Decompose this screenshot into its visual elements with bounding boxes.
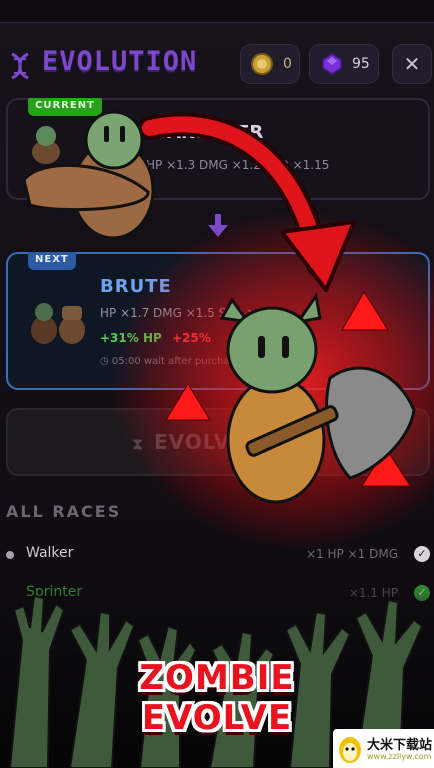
arrow-down-icon (208, 214, 228, 237)
wait-timer-text: ◷ 05:00 wait after purchase (100, 356, 241, 367)
next-race-card: NEXT BRUTE HP ×1.7 DMG ×1.5 SPD ×1.10 +3… (6, 252, 430, 390)
next-zombie-avatar (31, 303, 85, 344)
current-zombie-avatar (32, 126, 60, 164)
promo-line-1: ZOMBIE (139, 658, 295, 698)
race-dot (6, 551, 14, 559)
watermark-logo-icon (339, 737, 361, 763)
all-races-heading: ALL RACES (6, 502, 122, 521)
header: EVOLUTION 0 95 ✕ (0, 22, 434, 106)
current-race-name: WANDERER (148, 122, 264, 143)
bonus-dmg: +25% (171, 331, 211, 345)
bonus-hp: +31% HP (100, 331, 162, 345)
race-name: Sprinter (26, 584, 83, 600)
check-icon: ✓ (414, 585, 430, 601)
gem-counter: 95 (309, 44, 379, 84)
site-watermark: 大米下载站 www.zzllyw.com (333, 729, 434, 768)
gem-count: 95 (352, 56, 370, 72)
coin-count: 0 (283, 56, 292, 72)
evolve-button[interactable]: ⧗ EVOLVE (6, 408, 430, 476)
gem-icon (322, 53, 342, 75)
next-race-stats: HP ×1.7 DMG ×1.5 SPD ×1.10 (100, 306, 284, 320)
close-button[interactable]: ✕ (392, 44, 432, 84)
check-icon: ✓ (414, 546, 430, 562)
current-race-card: CURRENT WANDERER HP ×1.3 DMG ×1.2 SPD ×1… (6, 98, 430, 200)
page-title: EVOLUTION (42, 46, 198, 77)
promo-title: ZOMBIE EVOLVE (0, 658, 434, 738)
dna-icon (11, 52, 29, 80)
race-stats: ×1.1 HP (348, 586, 398, 600)
hourglass-icon: ⧗ (132, 434, 144, 453)
evolve-button-label: EVOLVE (154, 430, 245, 454)
next-race-name: BRUTE (100, 276, 172, 297)
race-row-sprinter[interactable]: Sprinter ×1.1 HP ✓ (0, 576, 434, 612)
next-tag: NEXT (28, 252, 76, 270)
coin-counter: 0 (240, 44, 300, 84)
race-stats: ×1 HP ×1 DMG (306, 547, 398, 561)
current-race-stats: HP ×1.3 DMG ×1.2 SPD ×1.15 (146, 158, 330, 172)
watermark-url: www.zzllyw.com (367, 752, 432, 761)
race-row-walker[interactable]: Walker ×1 HP ×1 DMG ✓ (0, 537, 434, 573)
current-tag: CURRENT (28, 98, 102, 116)
coin-icon (251, 53, 273, 75)
race-name: Walker (26, 545, 74, 561)
watermark-name: 大米下载站 (367, 738, 433, 753)
next-race-bonus: +31% HP +25% (100, 331, 211, 345)
